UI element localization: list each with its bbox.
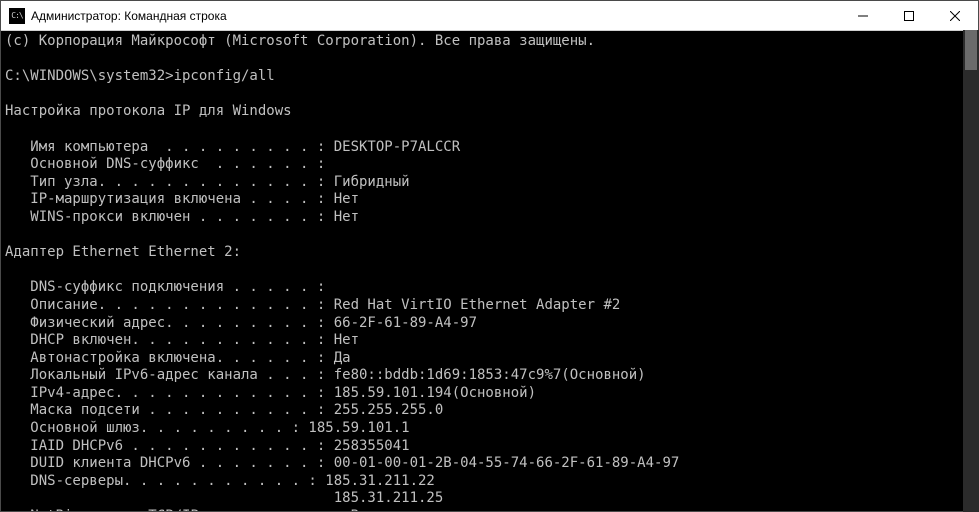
- section-heading: Настройка протокола IP для Windows: [5, 103, 292, 119]
- output-line: Автонастройка включена. . . . . . : Да: [5, 350, 351, 366]
- maximize-button[interactable]: [886, 1, 932, 30]
- adapter-heading: Адаптер Ethernet Ethernet 2:: [5, 244, 241, 260]
- output-line: DNS-суффикс подключения . . . . . :: [5, 279, 325, 295]
- output-line: IAID DHCPv6 . . . . . . . . . . . : 2583…: [5, 438, 410, 454]
- window-controls: [840, 1, 978, 30]
- prompt: C:\WINDOWS\system32>: [5, 68, 174, 84]
- output-line: Локальный IPv6-адрес канала . . . : fe80…: [5, 367, 646, 383]
- output-line: NetBios через TCP/IP. . . . . . . . : Вк…: [5, 508, 410, 511]
- window-title: Администратор: Командная строка: [31, 9, 840, 23]
- output-line: Маска подсети . . . . . . . . . . : 255.…: [5, 402, 443, 418]
- output-line: Описание. . . . . . . . . . . . . : Red …: [5, 297, 620, 313]
- output-line: DHCP включен. . . . . . . . . . . : Нет: [5, 332, 359, 348]
- output-line: Основной шлюз. . . . . . . . . : 185.59.…: [5, 420, 410, 436]
- output-line: WINS-прокси включен . . . . . . . : Нет: [5, 209, 359, 225]
- terminal-output[interactable]: (c) Корпорация Майкрософт (Microsoft Cor…: [1, 31, 978, 511]
- output-line: Физический адрес. . . . . . . . . : 66-2…: [5, 315, 477, 331]
- output-line: Основной DNS-суффикс . . . . . . :: [5, 156, 325, 172]
- titlebar[interactable]: C:\ Администратор: Командная строка: [1, 1, 978, 31]
- output-line: IP-маршрутизация включена . . . . : Нет: [5, 191, 359, 207]
- output-line: 185.31.211.25: [5, 490, 443, 506]
- command-text: ipconfig/all: [174, 68, 275, 84]
- output-line: Имя компьютера . . . . . . . . . : DESKT…: [5, 139, 460, 155]
- output-line: Тип узла. . . . . . . . . . . . . : Гибр…: [5, 174, 410, 190]
- output-line: DNS-серверы. . . . . . . . . . . : 185.3…: [5, 473, 435, 489]
- minimize-button[interactable]: [840, 1, 886, 30]
- scrollbar[interactable]: [963, 30, 979, 512]
- output-line: DUID клиента DHCPv6 . . . . . . . : 00-0…: [5, 455, 679, 471]
- output-line: IPv4-адрес. . . . . . . . . . . . : 185.…: [5, 385, 536, 401]
- cmd-icon: C:\: [9, 8, 25, 24]
- scrollbar-thumb[interactable]: [965, 30, 977, 70]
- copyright-line: (c) Корпорация Майкрософт (Microsoft Cor…: [5, 33, 595, 49]
- close-button[interactable]: [932, 1, 978, 30]
